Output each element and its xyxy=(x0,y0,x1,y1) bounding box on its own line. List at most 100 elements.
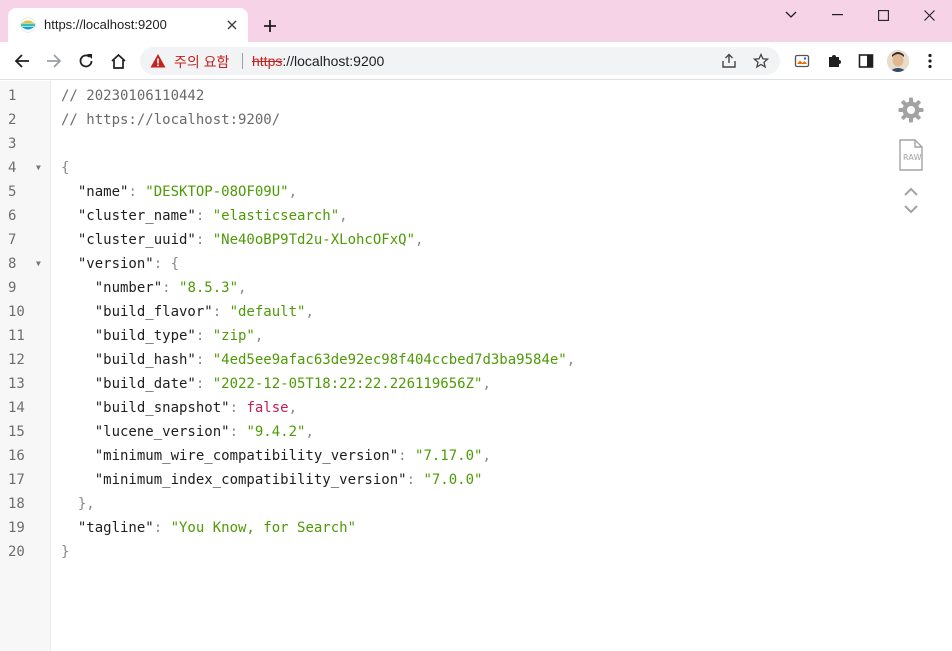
code-line: 5 "name": "DESKTOP-08OF09U", xyxy=(0,180,900,204)
chevron-down-tab-search-button[interactable] xyxy=(768,3,814,27)
raw-view-button[interactable]: RAW xyxy=(896,138,926,172)
reload-icon xyxy=(79,54,93,68)
json-boolean: false xyxy=(246,400,289,416)
json-punctuation: : xyxy=(229,424,247,440)
json-punctuation: , xyxy=(415,232,424,248)
puzzle-icon xyxy=(829,55,841,67)
code-text: "name": "DESKTOP-08OF09U", xyxy=(61,180,297,204)
line-number: 6 xyxy=(8,208,17,224)
json-punctuation: { xyxy=(61,160,70,176)
line-number: 10 xyxy=(8,304,25,320)
json-punctuation: : xyxy=(195,232,213,248)
line-number: 5 xyxy=(8,184,17,200)
chevron-up-icon xyxy=(904,187,918,196)
extension-button[interactable] xyxy=(790,49,814,73)
json-string: "2022-12-05T18:22:22.226119656Z" xyxy=(212,376,483,392)
json-key: "name" xyxy=(61,184,129,200)
window-close-button[interactable] xyxy=(906,3,952,27)
browser-menu-button[interactable] xyxy=(918,49,942,73)
code-text: // https://localhost:9200/ xyxy=(61,108,280,132)
new-tab-button[interactable] xyxy=(258,14,282,38)
minimize-button[interactable] xyxy=(814,3,860,27)
json-key: "build_snapshot" xyxy=(61,400,230,416)
code-line: 17 "minimum_index_compatibility_version"… xyxy=(0,468,900,492)
url-text[interactable]: https://localhost:9200 xyxy=(252,53,384,69)
share-button[interactable] xyxy=(720,52,738,70)
code-line: 2 // https://localhost:9200/ xyxy=(0,108,900,132)
line-number: 11 xyxy=(8,328,25,344)
json-key: "build_type" xyxy=(61,328,196,344)
code-text: "tagline": "You Know, for Search" xyxy=(61,516,356,540)
code-text: "minimum_wire_compatibility_version": "7… xyxy=(61,444,491,468)
extensions-menu-button[interactable] xyxy=(822,49,846,73)
code-text: { xyxy=(61,156,69,180)
warning-icon[interactable] xyxy=(150,53,166,69)
collapse-all-button[interactable] xyxy=(902,184,920,198)
json-key: "version" xyxy=(61,256,154,272)
line-number: 14 xyxy=(8,400,25,416)
code-text: "minimum_index_compatibility_version": "… xyxy=(61,468,483,492)
home-icon xyxy=(110,53,126,69)
bookmark-button[interactable] xyxy=(752,52,770,70)
browser-tab[interactable]: https://localhost:9200 xyxy=(8,8,248,42)
json-punctuation: : xyxy=(195,328,213,344)
json-string: "elasticsearch" xyxy=(212,208,340,224)
code-line: 3 xyxy=(0,132,900,156)
json-punctuation: , xyxy=(288,184,298,200)
json-string: "8.5.3" xyxy=(179,280,239,296)
photo-extension-icon xyxy=(794,54,810,68)
expand-all-button[interactable] xyxy=(902,202,920,216)
omnibox-divider xyxy=(242,53,243,69)
json-punctuation: } xyxy=(61,544,70,560)
line-number: 13 xyxy=(8,376,25,392)
maximize-icon xyxy=(877,9,889,21)
json-punctuation: : xyxy=(153,520,171,536)
fold-toggle[interactable]: ▼ xyxy=(36,252,41,276)
security-warning-label[interactable]: 주의 요함 xyxy=(174,52,229,72)
code-text: "cluster_uuid": "Ne40oBP9Td2u-XLohcOFxQ"… xyxy=(61,228,424,252)
arrow-right-icon xyxy=(47,54,62,68)
home-button[interactable] xyxy=(106,49,130,73)
line-number: 16 xyxy=(8,448,25,464)
back-button[interactable] xyxy=(10,49,34,73)
tab-title: https://localhost:9200 xyxy=(44,17,167,32)
line-number: 20 xyxy=(8,544,25,560)
settings-button[interactable] xyxy=(896,95,926,125)
plus-icon xyxy=(264,20,276,32)
json-string: "You Know, for Search" xyxy=(170,520,357,536)
browser-toolbar: 주의 요함 https://localhost:9200 xyxy=(0,42,952,80)
json-punctuation: : xyxy=(212,304,230,320)
elastic-favicon-icon xyxy=(20,17,36,33)
forward-button[interactable] xyxy=(42,49,66,73)
reload-button[interactable] xyxy=(74,49,98,73)
json-viewer: 1 // 20230106110442 2 // https://localhost:… xyxy=(0,81,952,651)
maximize-button[interactable] xyxy=(860,3,906,27)
json-key: "tagline" xyxy=(61,520,154,536)
json-punctuation: , xyxy=(288,400,298,416)
json-string: "Ne40oBP9Td2u-XLohcOFxQ" xyxy=(212,232,416,248)
address-bar[interactable]: 주의 요함 https://localhost:9200 xyxy=(140,47,780,75)
code-line: 11 "build_type": "zip", xyxy=(0,324,900,348)
line-number: 9 xyxy=(8,280,17,296)
json-string: "4ed5ee9afac63de92ec98f404ccbed7d3ba9584… xyxy=(212,352,567,368)
json-comment: // https://localhost:9200/ xyxy=(61,112,281,128)
line-number: 3 xyxy=(8,136,17,152)
line-number: 19 xyxy=(8,520,25,536)
raw-label: RAW xyxy=(903,153,922,162)
side-panel-button[interactable] xyxy=(854,49,878,73)
json-key: "build_hash" xyxy=(61,352,196,368)
code-text: "build_snapshot": false, xyxy=(61,396,297,420)
code-line: 1 // 20230106110442 xyxy=(0,84,900,108)
fold-toggle[interactable]: ▼ xyxy=(36,156,41,180)
code-line: 15 "lucene_version": "9.4.2", xyxy=(0,420,900,444)
close-icon xyxy=(227,20,237,30)
json-punctuation: , xyxy=(254,328,264,344)
gear-icon xyxy=(898,97,924,123)
profile-avatar[interactable] xyxy=(887,50,909,72)
code-line: 9 "number": "8.5.3", xyxy=(0,276,900,300)
json-punctuation: , xyxy=(305,304,314,320)
json-string: "9.4.2" xyxy=(246,424,306,440)
json-punctuation: : { xyxy=(153,256,180,272)
code-text: "build_hash": "4ed5ee9afac63de92ec98f404… xyxy=(61,348,575,372)
tab-close-button[interactable] xyxy=(222,15,242,35)
